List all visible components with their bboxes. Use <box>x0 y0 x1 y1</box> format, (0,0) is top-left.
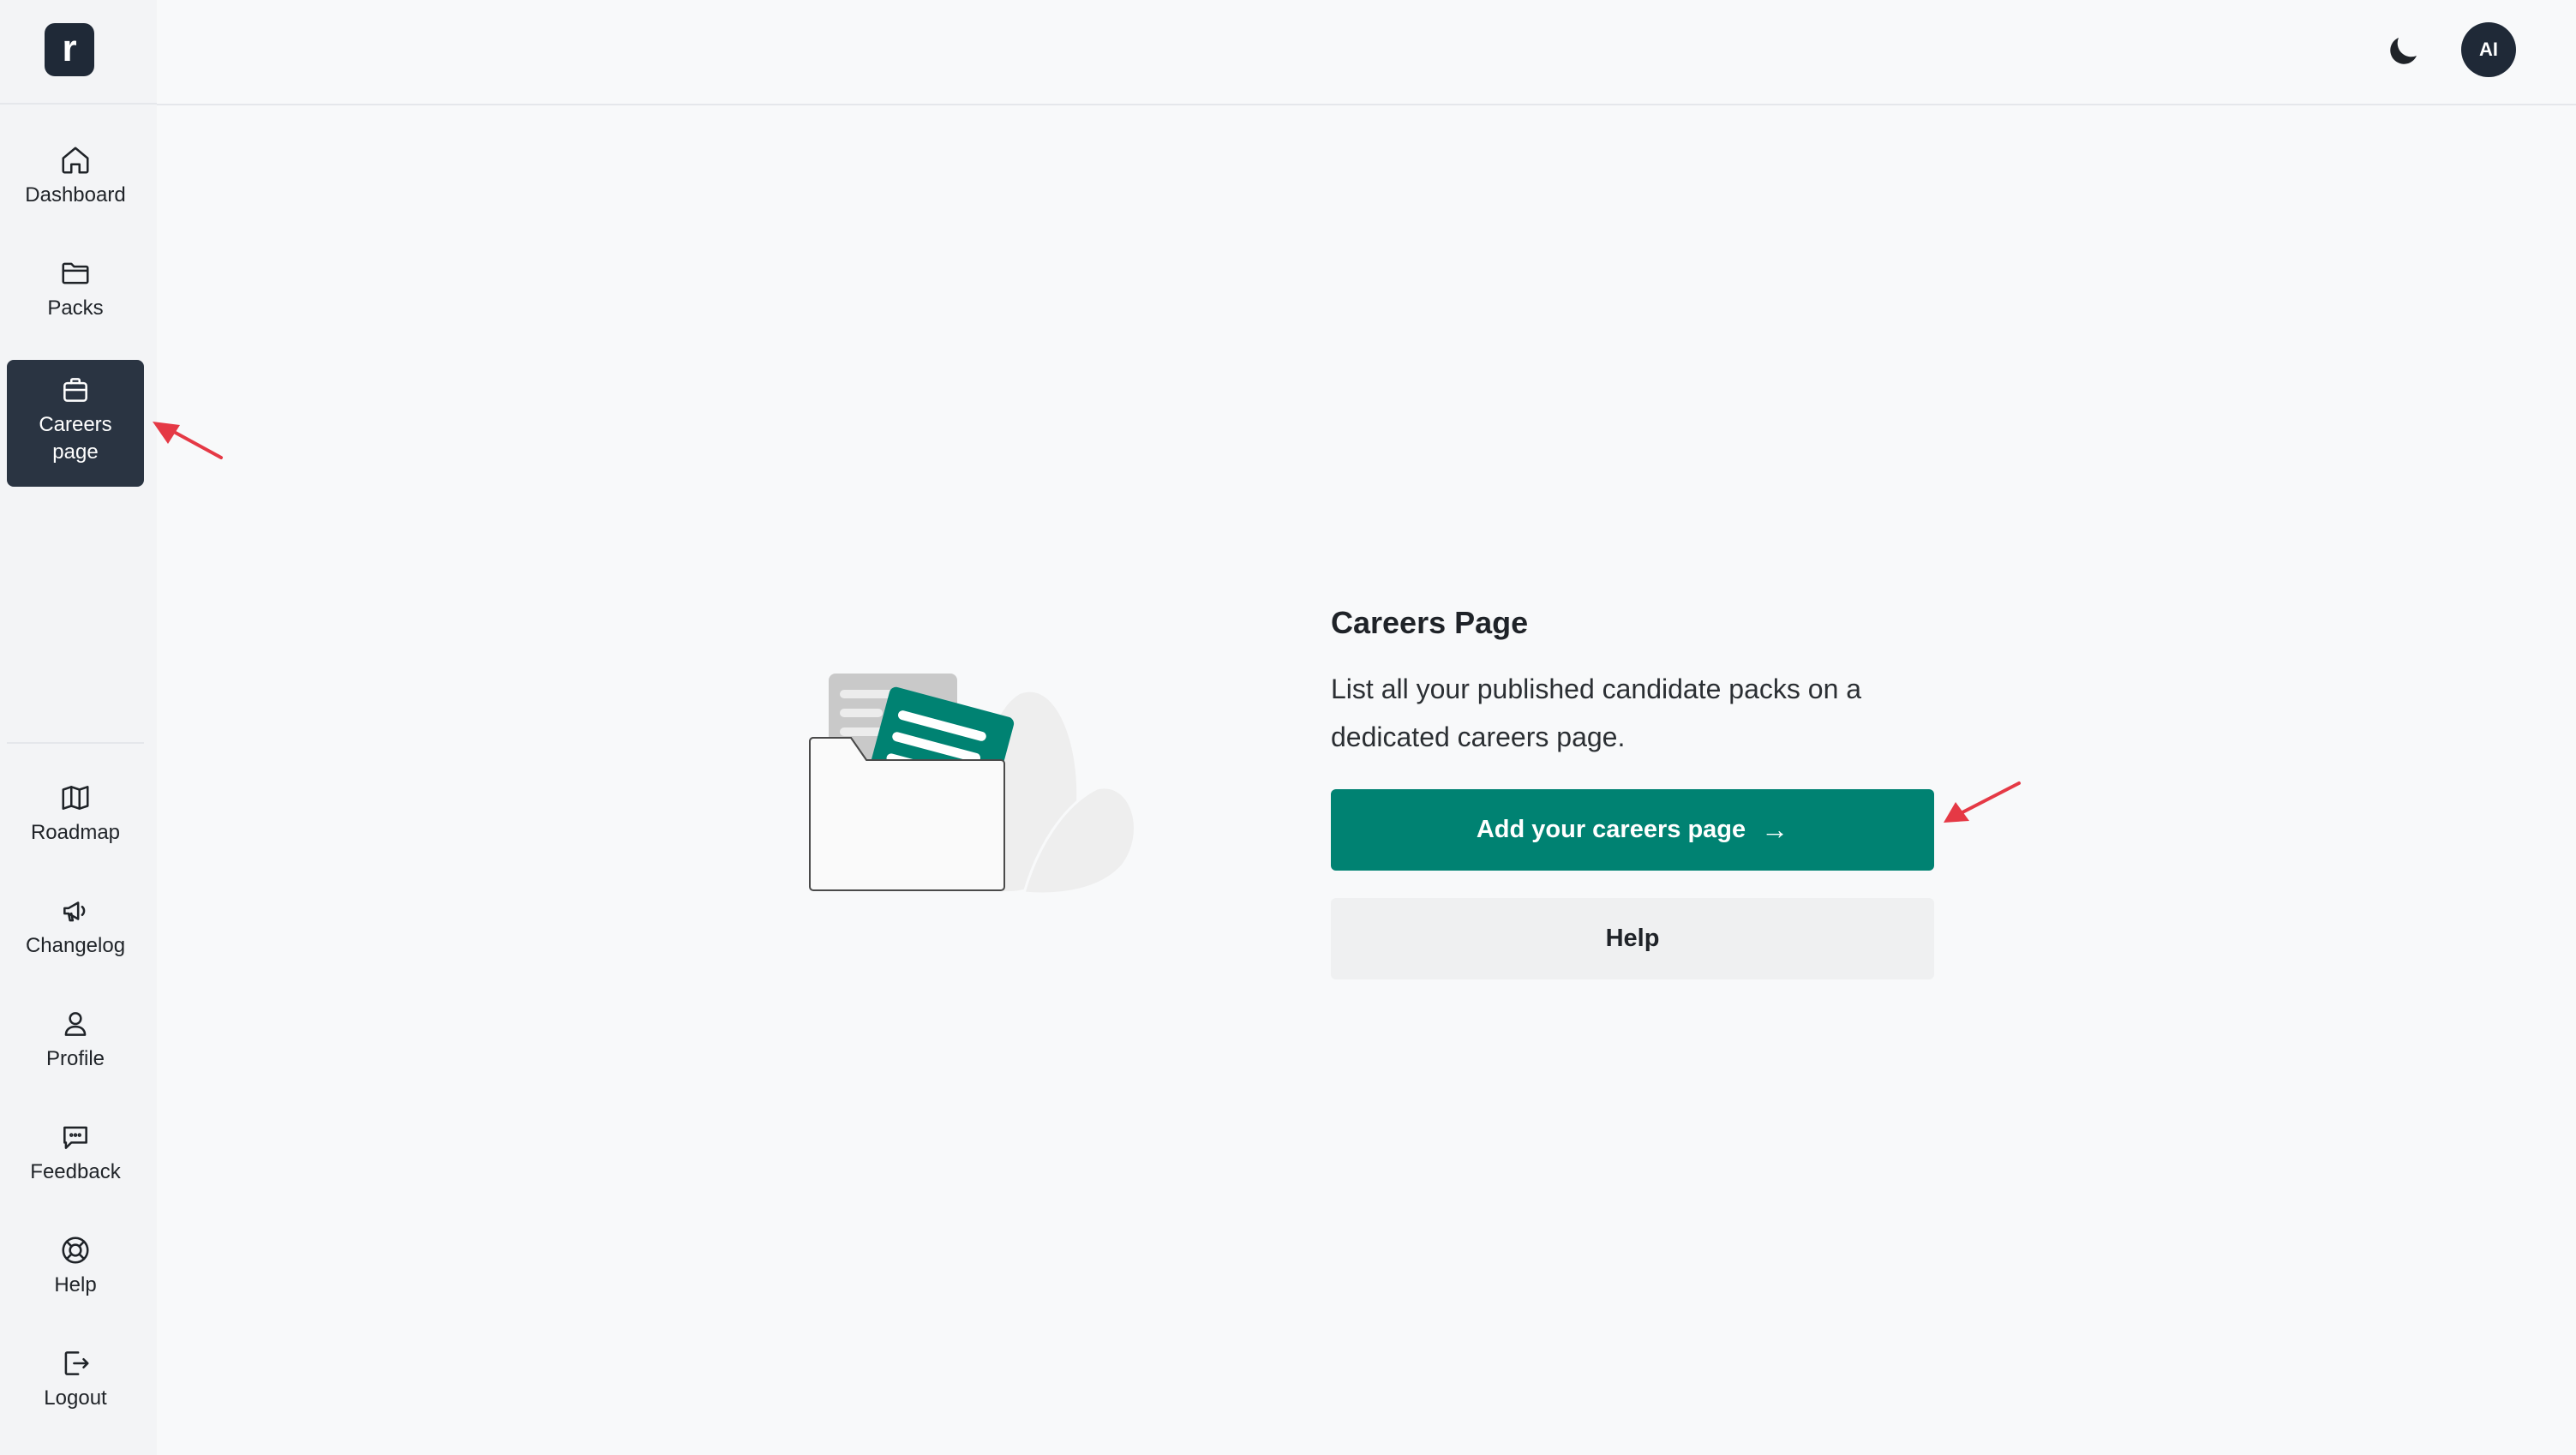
sidebar-item-label: Logout <box>44 1386 107 1410</box>
sidebar-item-dashboard[interactable]: Dashboard <box>7 144 144 226</box>
top-header <box>157 0 2576 105</box>
sidebar: r Dashboard Packs Careers page Roadmap C… <box>0 0 157 1455</box>
briefcase-icon <box>63 378 87 402</box>
folder-icon <box>62 262 89 284</box>
sidebar-item-careers-page[interactable]: Careers page <box>7 360 144 487</box>
help-button[interactable]: Help <box>1331 898 1934 979</box>
user-icon <box>64 1012 87 1036</box>
sidebar-item-label: Profile <box>45 1047 105 1070</box>
app-logo[interactable]: r <box>45 23 94 76</box>
sidebar-item-feedback[interactable]: Feedback <box>7 1121 144 1203</box>
sidebar-item-label: Packs <box>47 296 104 320</box>
sidebar-item-label: Roadmap <box>30 821 121 844</box>
sidebar-item-help[interactable]: Help <box>7 1234 144 1316</box>
lifebuoy-icon <box>62 1236 89 1264</box>
sidebar-item-packs[interactable]: Packs <box>7 257 144 339</box>
map-icon <box>62 786 89 810</box>
page-title: Careers Page <box>1331 605 1529 640</box>
sidebar-item-logout[interactable]: Logout <box>7 1347 144 1429</box>
message-icon <box>63 1126 87 1149</box>
sidebar-item-profile[interactable]: Profile <box>7 1008 144 1090</box>
home-icon <box>62 147 89 174</box>
moon-icon[interactable] <box>2382 31 2423 72</box>
sidebar-item-label: Dashboard <box>25 183 126 207</box>
logo-area: r <box>0 0 157 105</box>
sidebar-item-label: Changelog <box>25 934 126 957</box>
annotation-arrow-icon <box>153 422 223 459</box>
annotation-arrow-icon <box>1944 781 2021 823</box>
page-description: List all your published candidate packs … <box>1331 674 1862 752</box>
add-careers-page-button[interactable]: Add your careers page → <box>1331 789 1934 871</box>
sidebar-item-label: Careers page <box>39 413 112 464</box>
megaphone-icon <box>63 901 86 922</box>
sidebar-item-changelog[interactable]: Changelog <box>7 895 144 977</box>
sidebar-item-label: Feedback <box>30 1160 121 1183</box>
logout-icon <box>64 1351 89 1375</box>
sidebar-divider <box>7 742 144 744</box>
add-careers-page-label: Add your careers page <box>1476 816 1746 843</box>
empty-state-illustration <box>809 674 1136 895</box>
sidebar-item-roadmap[interactable]: Roadmap <box>7 781 144 864</box>
sidebar-item-label: Help <box>54 1273 97 1296</box>
arrow-right-icon: → <box>1761 814 1789 845</box>
avatar[interactable]: AI <box>2461 22 2516 77</box>
